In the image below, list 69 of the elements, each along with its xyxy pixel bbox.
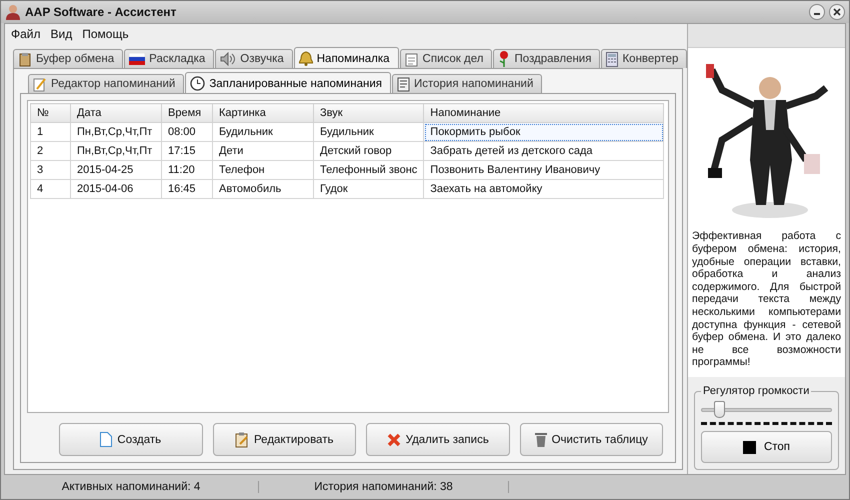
table-cell: 2 (30, 142, 70, 160)
tab[interactable]: История напоминаний (392, 74, 542, 93)
action-button[interactable]: Создать (59, 423, 202, 456)
table-cell: Будильник (314, 122, 424, 142)
flag-icon (129, 53, 146, 65)
tab[interactable]: Редактор напоминаний (28, 74, 184, 93)
tab[interactable]: Раскладка (124, 49, 214, 68)
menu-item[interactable]: Файл (11, 27, 41, 41)
stop-button[interactable]: Стоп (701, 431, 832, 463)
app-icon (5, 4, 21, 20)
trash-icon (534, 432, 547, 447)
table-cell: Пн,Вт,Ср,Чт,Пт (70, 122, 162, 142)
table-cell: 2015-04-06 (70, 180, 162, 198)
status-text: Активных напоминаний: 4 (4, 481, 259, 493)
table-cell: Телефонный звонс (314, 160, 424, 180)
tab[interactable]: Напоминалка (294, 47, 399, 69)
close-icon (833, 8, 841, 16)
table-cell: Покормить рыбок (424, 122, 664, 142)
slider-thumb[interactable] (714, 401, 726, 418)
table-cell: Телефон (212, 160, 314, 180)
table-cell: 2015-04-25 (70, 160, 162, 180)
calculator-icon (606, 52, 618, 66)
volume-slider[interactable] (701, 401, 832, 421)
table-cell: 4 (30, 180, 70, 198)
tab[interactable]: Конвертер (601, 49, 688, 68)
table-cell: 11:20 (162, 160, 212, 180)
clipboard-icon (235, 432, 250, 448)
menu-item[interactable]: Вид (50, 27, 72, 41)
document-icon (100, 432, 112, 447)
tab[interactable]: Список дел (400, 49, 492, 68)
column-header[interactable]: Напоминание (424, 104, 664, 122)
table-cell: 1 (30, 122, 70, 142)
action-button[interactable]: Редактировать (212, 423, 356, 456)
tab[interactable]: Озвучка (215, 49, 293, 68)
rose-icon (498, 51, 510, 67)
speaker-icon (220, 52, 236, 66)
group-title: Регулятор громкости (702, 385, 810, 397)
table-cell: Автомобиль (212, 180, 314, 198)
description-text: Эффективная работа с буфером обмена: история, удобные операции вставки, обработка и анализ содержимого. Для быстрой передачи текста между несколькими компьютерами доступна функция - сетевой буфер обмена. И это далеко не все возможности программы! (692, 230, 841, 369)
table-cell: Гудок (314, 180, 424, 198)
table-cell: Дети (212, 142, 314, 160)
table-cell: Будильник (212, 122, 314, 142)
table-cell: Заехать на автомойку (424, 180, 664, 198)
close-button[interactable] (829, 4, 845, 20)
table-cell: Позвонить Валентину Ивановичу (424, 160, 664, 180)
table-cell: 3 (30, 160, 70, 180)
action-button[interactable]: Удалить запись (366, 423, 510, 456)
column-header[interactable]: № (30, 104, 70, 122)
tab[interactable]: Буфер обмена (13, 49, 124, 68)
table-cell: 16:45 (162, 180, 212, 198)
clock-icon (190, 76, 206, 91)
window-title: AAP Software - Ассистент (25, 5, 178, 19)
action-button[interactable]: Очистить таблицу (520, 423, 663, 456)
tab[interactable]: Запланированные напоминания (185, 72, 391, 94)
table-cell: 17:15 (162, 142, 212, 160)
column-header[interactable]: Дата (70, 104, 162, 122)
minimize-button[interactable] (809, 4, 825, 20)
table-cell: Детский говор (314, 142, 424, 160)
column-header[interactable]: Картинка (212, 104, 314, 122)
table-cell: 08:00 (162, 122, 212, 142)
menu-item[interactable]: Помощь (82, 27, 129, 41)
table-cell: Пн,Вт,Ср,Чт,Пт (70, 142, 162, 160)
bell-icon (298, 51, 313, 66)
close-icon (386, 432, 401, 446)
column-header[interactable]: Время (162, 104, 212, 122)
column-header[interactable]: Звук (314, 104, 424, 122)
table-cell: Забрать детей из детского сада (424, 142, 664, 160)
tab[interactable]: Поздравления (493, 49, 600, 68)
status-text: История напоминаний: 38 (259, 481, 509, 493)
